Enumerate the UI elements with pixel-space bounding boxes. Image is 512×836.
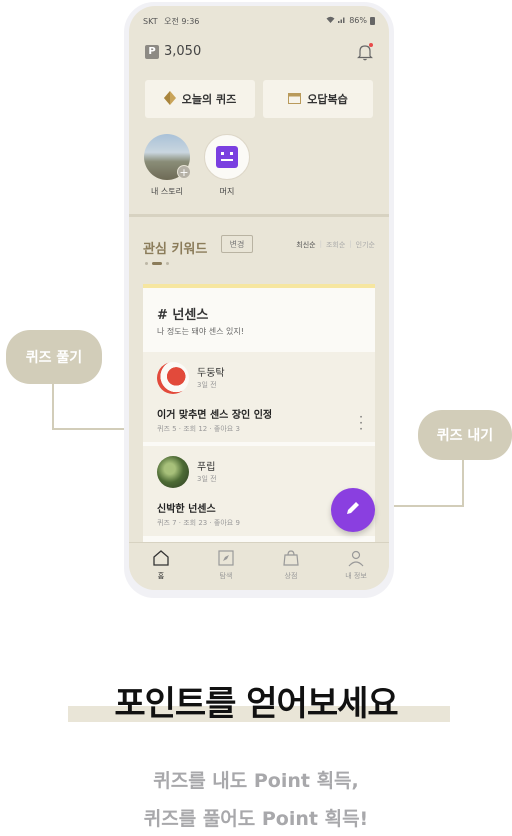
bottom-tab-bar: 홈 탐색 상점 내 정보 <box>129 542 389 590</box>
notification-dot <box>369 43 373 47</box>
battery-level: 86% <box>349 16 367 25</box>
calendar-icon <box>288 92 302 107</box>
avatar <box>157 456 189 488</box>
callout-line <box>52 382 54 428</box>
post-time: 3일 전 <box>197 475 217 483</box>
tab-label: 홈 <box>157 572 165 580</box>
post-stats: 퀴즈 7 · 조회 23 · 좋아요 9 <box>157 519 240 527</box>
tab-label: 상점 <box>284 572 298 580</box>
tab-my-info[interactable]: 내 정보 <box>331 549 381 581</box>
keyword-description: 나 정도는 돼야 센스 있지! <box>157 327 244 336</box>
tab-home[interactable]: 홈 <box>136 549 186 581</box>
compass-icon <box>217 549 235 567</box>
points-display[interactable]: P 3,050 <box>145 44 201 59</box>
callout-line <box>462 458 464 506</box>
card-header[interactable]: # 넌센스 나 정도는 돼야 센스 있지! <box>143 288 375 352</box>
tab-label: 탐색 <box>219 572 233 580</box>
post-author: 두둥탁 <box>197 368 225 379</box>
subtitle-line-2: 퀴즈를 풀어도 Point 획득! <box>143 808 369 830</box>
solve-quiz-callout: 퀴즈 풀기 <box>6 330 102 384</box>
more-icon[interactable]: · · · <box>359 411 363 435</box>
phone-screen: SKT 오전 9:36 86% P 3,050 오늘의 퀴즈 오답복습 + 내 … <box>129 6 389 590</box>
keyword-section-title: 관심 키워드 <box>143 242 208 257</box>
merch-logo-icon <box>216 146 238 168</box>
tab-explore[interactable]: 탐색 <box>201 549 251 581</box>
wrong-review-label: 오답복습 <box>307 93 348 106</box>
my-story-avatar: + <box>144 134 191 180</box>
sort-latest[interactable]: 최신순 <box>296 240 315 250</box>
carrier: SKT <box>143 17 158 26</box>
tab-label: 내 정보 <box>345 572 367 580</box>
post-time: 3일 전 <box>197 381 217 389</box>
sort-options: 최신순 | 조회순 | 인기순 <box>296 240 375 250</box>
page-indicator <box>145 262 169 265</box>
status-bar: SKT 오전 9:36 86% <box>129 14 389 28</box>
bell-icon[interactable] <box>355 42 375 62</box>
diamond-icon <box>163 90 176 108</box>
wrong-review-button[interactable]: 오답복습 <box>263 80 373 118</box>
keyword-change-button[interactable]: 변경 <box>221 235 253 253</box>
make-quiz-callout: 퀴즈 내기 <box>418 410 512 460</box>
section-divider <box>129 214 389 217</box>
story-merch[interactable]: 머지 <box>203 134 251 197</box>
home-icon <box>152 549 170 567</box>
write-quiz-button[interactable] <box>331 488 375 532</box>
tab-store[interactable]: 상점 <box>266 549 316 581</box>
today-quiz-label: 오늘의 퀴즈 <box>181 93 237 106</box>
merch-avatar <box>204 134 250 180</box>
today-quiz-button[interactable]: 오늘의 퀴즈 <box>145 80 255 118</box>
subtitle-line-1: 퀴즈를 내도 Point 획득, <box>153 770 359 792</box>
battery-icon <box>370 16 375 25</box>
quiz-post[interactable]: 두둥탁 3일 전 이거 맞추면 센스 장인 인정 퀴즈 5 · 조회 12 · … <box>143 352 375 442</box>
wifi-icon <box>326 16 335 25</box>
my-story-label: 내 스토리 <box>151 187 183 196</box>
add-icon[interactable]: + <box>177 165 191 179</box>
bag-icon <box>282 549 300 567</box>
points-value: 3,050 <box>164 44 202 59</box>
headline: 포인트를 얻어보세요 <box>114 684 398 724</box>
merch-story-label: 머지 <box>219 187 235 196</box>
sort-views[interactable]: 조회순 <box>326 240 345 250</box>
keyword-tag: # 넌센스 <box>157 308 209 323</box>
signal-icon <box>338 16 346 25</box>
clock: 오전 9:36 <box>164 17 200 26</box>
post-author: 푸립 <box>197 462 216 473</box>
avatar <box>157 362 189 394</box>
point-icon: P <box>145 44 159 59</box>
person-icon <box>347 549 365 567</box>
post-title: 이거 맞추면 센스 장인 인정 <box>157 410 273 421</box>
sort-popular[interactable]: 인기순 <box>356 240 375 250</box>
my-story[interactable]: + 내 스토리 <box>143 134 191 197</box>
pencil-icon <box>345 500 361 520</box>
post-stats: 퀴즈 5 · 조회 12 · 좋아요 3 <box>157 425 240 433</box>
post-title: 신박한 넌센스 <box>157 504 216 515</box>
